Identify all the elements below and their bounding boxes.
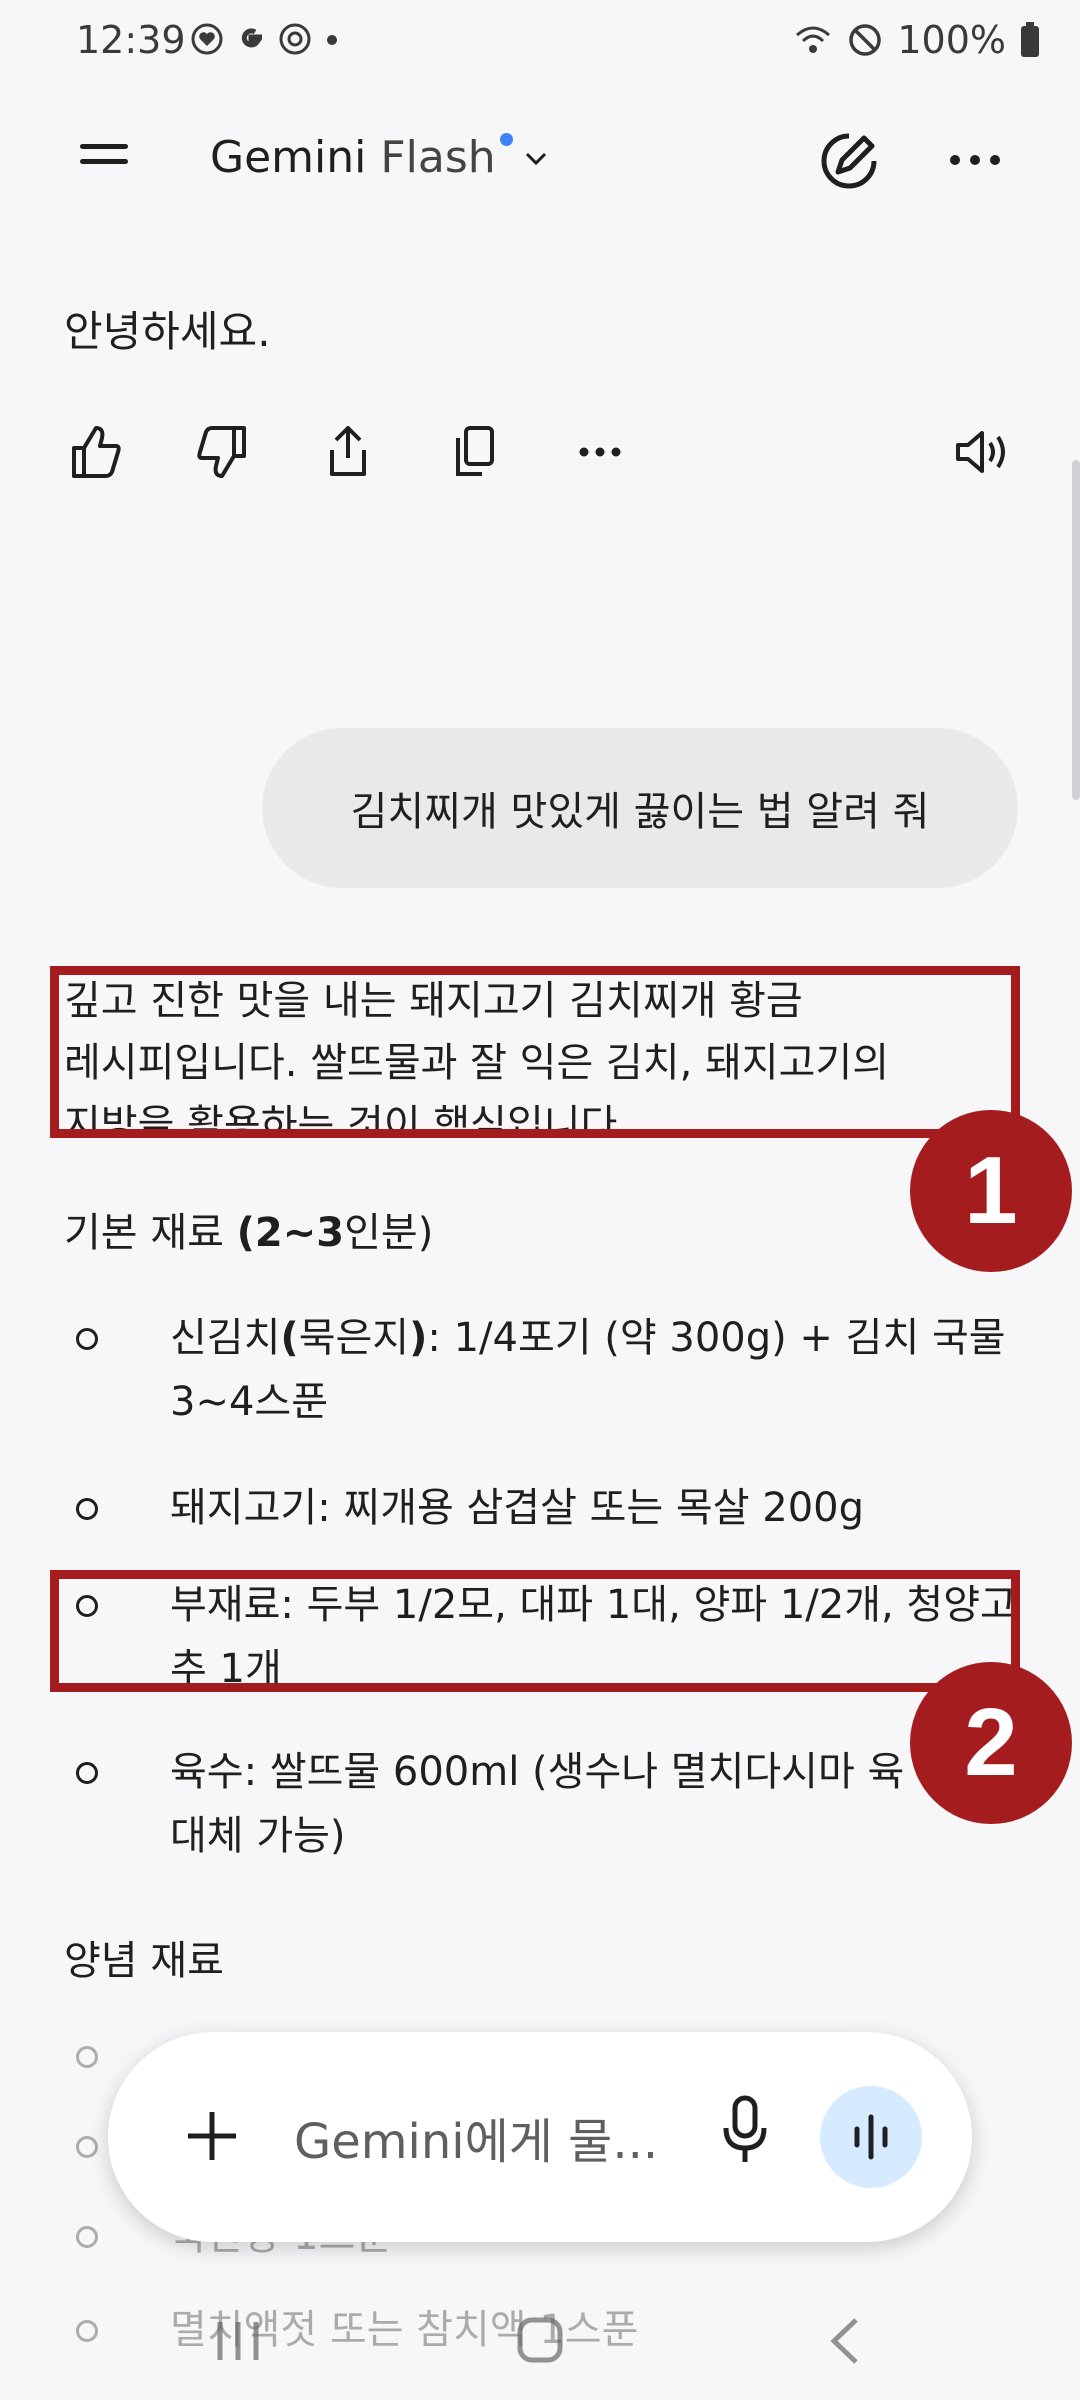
list-item: 육수: 쌀뜨물 600ml (생수나 멸치다시마 육 대체 가능): [64, 1740, 1024, 1870]
bullet-circle: [76, 2046, 98, 2068]
list-item: 신김치(묵은지): 1/4포기 (약 300g) + 김치 국물 3~4스푼: [64, 1306, 1024, 1436]
list-item-text-part: (: [280, 1315, 299, 1361]
list-item-text-part: 신김치: [170, 1315, 281, 1361]
hamburger-icon[interactable]: [80, 134, 128, 174]
list-item-text-part: 묵은지: [298, 1315, 410, 1361]
user-message-text: 김치찌개 맛있게 끓이는 법 알려 줘: [350, 789, 930, 835]
bullet-circle: [76, 1328, 98, 1350]
bullet-circle: [76, 1762, 98, 1784]
model-variant: Flash: [380, 132, 496, 183]
response-action-bar: [64, 420, 1024, 490]
bullet-circle: [76, 1498, 98, 1520]
wifi-icon: [796, 26, 831, 53]
previous-response-text: 안녕하세요.: [64, 307, 271, 356]
list-item-text: 돼지고기: 찌개용 삼겹살 또는 목살 200g: [170, 1485, 864, 1531]
status-right: 100%: [793, 18, 1040, 62]
copy-icon[interactable]: [442, 420, 506, 484]
back-icon[interactable]: [826, 2316, 866, 2366]
top-app-bar: Gemini Flash: [0, 110, 1080, 210]
user-message-bubble: 김치찌개 맛있게 끓이는 법 알려 줘: [262, 728, 1018, 888]
thumbs-up-icon[interactable]: [64, 420, 128, 484]
model-name: Gemini: [210, 132, 367, 183]
annotation-badge-2: 2: [910, 1662, 1072, 1824]
home-icon[interactable]: [516, 2316, 564, 2364]
heading-bold: (2~3: [236, 1210, 345, 1256]
system-nav-bar: [0, 2300, 1080, 2400]
more-icon[interactable]: [568, 420, 632, 484]
prompt-input-bar: Gemini에게 물...: [108, 2032, 972, 2242]
bullet-circle: [76, 2226, 98, 2248]
heading-text: 기본 재료: [64, 1210, 237, 1256]
prompt-input[interactable]: Gemini에게 물...: [294, 2102, 658, 2172]
annotation-badge-1: 1: [910, 1110, 1072, 1272]
highlight-box-1: [50, 966, 1020, 1138]
edit-pen-icon[interactable]: [816, 128, 882, 194]
speaker-icon[interactable]: [952, 420, 1016, 484]
plus-icon[interactable]: [184, 2108, 240, 2164]
status-bar: 12:39 100%: [0, 0, 1080, 90]
target-app-icon: [279, 23, 311, 55]
microphone-icon[interactable]: [720, 2092, 770, 2172]
notification-dot-icon: [327, 35, 337, 45]
list-item-text-line: 3~4스푼: [170, 1379, 329, 1425]
status-time: 12:39: [76, 18, 186, 62]
chevron-down-icon: [525, 152, 546, 165]
model-selector[interactable]: Gemini Flash: [210, 132, 551, 183]
seasoning-heading: 양념 재료: [64, 1938, 224, 1984]
list-item-text-line: 대체 가능): [170, 1813, 346, 1859]
live-waveform-icon: [854, 2114, 888, 2160]
list-item-text-part: : 1/4포기 (약 300g) + 김치 국물: [427, 1315, 1006, 1361]
new-indicator-dot: [499, 133, 513, 146]
battery-percent: 100%: [897, 18, 1006, 62]
highlight-box-2: [50, 1570, 1020, 1692]
heart-app-icon: [191, 23, 223, 55]
more-horizontal-icon[interactable]: [948, 150, 1002, 170]
list-item-text: 신김치(묵은지): 1/4포기 (약 300g) + 김치 국물 3~4스푼: [170, 1306, 1070, 1434]
google-g-icon: [241, 28, 262, 48]
recents-icon[interactable]: [214, 2318, 262, 2364]
heading-text: 인분): [344, 1210, 434, 1256]
thumbs-down-icon[interactable]: [190, 420, 254, 484]
list-item-text-part: ): [409, 1315, 428, 1361]
battery-icon: [1021, 22, 1039, 57]
live-button[interactable]: [820, 2086, 922, 2188]
status-app-icons: [190, 22, 342, 56]
list-item: 돼지고기: 찌개용 삼겹살 또는 목살 200g: [64, 1476, 1024, 1540]
scrollbar[interactable]: [1072, 460, 1080, 800]
do-not-disturb-icon: [849, 24, 882, 56]
basic-ingredients-heading: 기본 재료 (2~3인분): [64, 1200, 433, 1258]
bullet-circle: [76, 2136, 98, 2158]
share-icon[interactable]: [316, 420, 380, 484]
